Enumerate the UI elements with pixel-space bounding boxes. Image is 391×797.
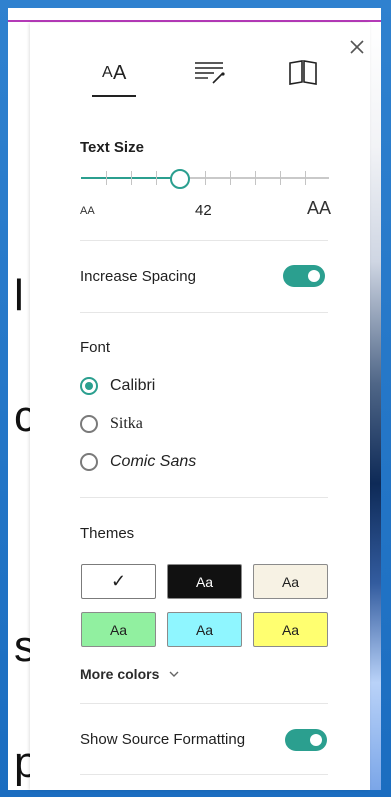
slider-tick (205, 171, 206, 185)
divider (80, 497, 328, 498)
grammar-tools-icon (195, 62, 225, 84)
font-option-label: Calibri (110, 377, 156, 394)
divider (80, 703, 328, 704)
active-tab-indicator (92, 95, 136, 97)
close-button[interactable] (347, 37, 367, 57)
theme-swatch-white[interactable]: ✓ (81, 564, 156, 599)
text-size-min-glyph: AA (80, 205, 95, 217)
divider (80, 312, 328, 313)
tab-reading-preferences[interactable] (280, 57, 326, 97)
theme-swatch-black[interactable]: Aa (167, 564, 242, 599)
slider-tick (255, 171, 256, 185)
toggle-knob (310, 734, 322, 746)
show-source-formatting-toggle[interactable] (285, 729, 327, 751)
radio-selected-dot (85, 382, 93, 390)
tab-text-options[interactable]: A A (91, 57, 137, 97)
book-icon (289, 60, 317, 85)
top-accent-line (8, 20, 381, 22)
text-size-slider-thumb[interactable] (170, 169, 191, 189)
font-option-label: Sitka (110, 415, 143, 432)
toggle-knob (308, 270, 320, 282)
font-label: Font (80, 339, 111, 356)
font-option-calibri[interactable]: Calibri (80, 377, 155, 395)
slider-tick (131, 171, 132, 185)
radio-button[interactable] (80, 415, 98, 433)
slider-tick (230, 171, 231, 185)
themes-label: Themes (80, 525, 135, 542)
show-source-formatting-label: Show Source Formatting (80, 731, 246, 748)
tab-grammar-options[interactable] (186, 57, 232, 97)
theme-swatch-cyan[interactable]: Aa (167, 612, 242, 647)
slider-tick (156, 171, 157, 185)
increase-spacing-label: Increase Spacing (80, 268, 196, 285)
theme-swatch-green[interactable]: Aa (81, 612, 156, 647)
text-size-label: Text Size (80, 139, 144, 156)
svg-text:A: A (113, 62, 127, 84)
radio-button[interactable] (80, 377, 98, 395)
more-colors-button[interactable]: More colors (80, 666, 180, 682)
font-option-comic-sans[interactable]: Comic Sans (80, 453, 196, 471)
divider (80, 240, 328, 241)
font-option-sitka[interactable]: Sitka (80, 415, 143, 433)
radio-button[interactable] (80, 453, 98, 471)
text-size-value: 42 (195, 202, 212, 219)
font-option-label: Comic Sans (110, 453, 197, 470)
slider-tick (280, 171, 281, 185)
divider (80, 774, 328, 775)
theme-swatch-cream[interactable]: Aa (253, 564, 328, 599)
text-size-max-glyph: AA (307, 198, 332, 218)
theme-swatch-yellow[interactable]: Aa (253, 612, 328, 647)
more-colors-label: More colors (80, 666, 160, 682)
text-size-icon: A A (102, 62, 127, 84)
close-icon (350, 40, 364, 54)
immersive-reader-settings-panel: A A Text Size AA 42 AA Increase Spacing (30, 23, 370, 790)
increase-spacing-toggle[interactable] (283, 265, 325, 287)
svg-text:A: A (102, 64, 113, 81)
slider-tick (305, 171, 306, 185)
slider-tick (106, 171, 107, 185)
chevron-down-icon (169, 671, 179, 677)
